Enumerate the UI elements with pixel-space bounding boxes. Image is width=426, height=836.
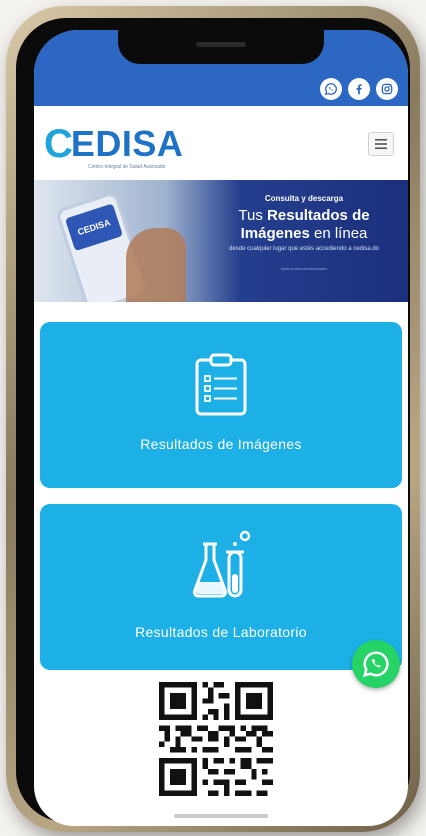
imaging-results-label: Resultados de Imágenes — [140, 436, 302, 452]
cedisa-logo[interactable]: C EDISA — [44, 124, 183, 164]
lab-flask-icon — [192, 530, 251, 598]
phone-screen: C EDISA Centro Integral de Salud Avanzad… — [34, 30, 408, 826]
banner-title: Tus Resultados de Imágenes en línea — [238, 207, 370, 242]
logo-tagline: Centro Integral de Salud Avanzado — [88, 164, 166, 170]
phone-notch — [118, 30, 324, 64]
logo-mark: C — [44, 122, 73, 166]
whatsapp-icon — [362, 651, 389, 678]
home-indicator — [174, 814, 268, 818]
imaging-results-card[interactable]: Resultados de Imágenes — [40, 322, 402, 488]
clipboard-icon — [195, 353, 247, 416]
instagram-icon[interactable] — [376, 78, 398, 100]
banner-subtitle: Consulta y descarga — [264, 194, 344, 203]
banner-url: www.cedisa.do/resultados — [280, 265, 328, 271]
whatsapp-float-button[interactable] — [352, 640, 400, 688]
promo-banner[interactable]: CEDISA Consulta y descarga Tus Resultado… — [34, 180, 408, 302]
hamburger-menu-button[interactable] — [368, 132, 394, 156]
logo-text: EDISA — [70, 123, 184, 164]
speaker-grille — [196, 42, 246, 47]
lab-results-label: Resultados de Laboratorio — [135, 624, 307, 640]
banner-hand-illustration — [126, 228, 186, 302]
qr-code[interactable] — [159, 680, 273, 798]
banner-description: desde cualquier lugar que estés accedien… — [229, 246, 379, 252]
social-links — [320, 78, 398, 100]
lab-results-card[interactable]: Resultados de Laboratorio — [40, 504, 402, 670]
banner-text: Consulta y descarga Tus Resultados de Im… — [204, 194, 404, 271]
site-header: C EDISA Centro Integral de Salud Avanzad… — [34, 106, 408, 180]
hamburger-icon — [375, 139, 387, 149]
facebook-icon[interactable] — [348, 78, 370, 100]
top-bar — [34, 30, 408, 106]
whatsapp-icon[interactable] — [320, 78, 342, 100]
